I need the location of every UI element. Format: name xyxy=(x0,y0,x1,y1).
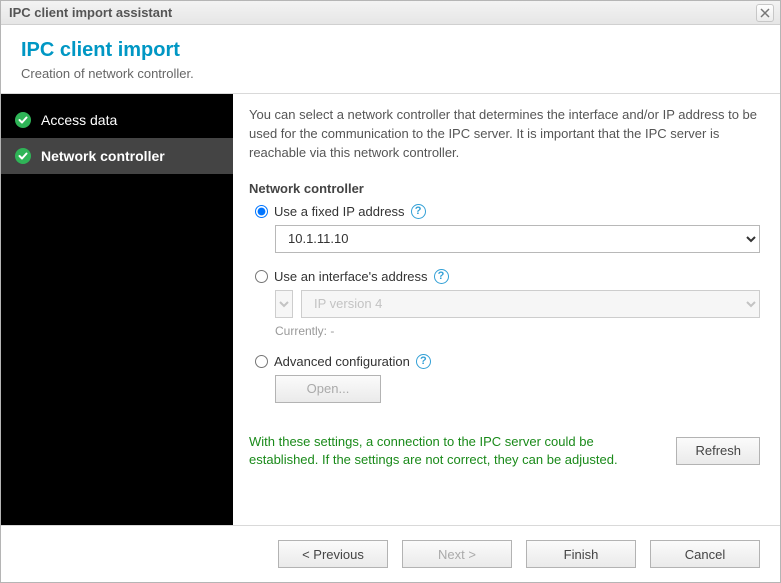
option-interface-row: Use an interface's address ? xyxy=(255,269,760,284)
titlebar: IPC client import assistant xyxy=(1,1,780,25)
status-row: With these settings, a connection to the… xyxy=(249,433,760,469)
close-button[interactable] xyxy=(756,4,774,22)
advanced-field-wrap: Open... xyxy=(275,375,760,403)
wizard-sidebar: Access data Network controller xyxy=(1,94,233,525)
header-subtitle: Creation of network controller. xyxy=(21,66,760,81)
finish-button[interactable]: Finish xyxy=(526,540,636,568)
dialog-body: Access data Network controller You can s… xyxy=(1,94,780,525)
section-title: Network controller xyxy=(249,181,760,196)
refresh-button[interactable]: Refresh xyxy=(676,437,760,465)
radio-interface-label: Use an interface's address xyxy=(274,269,428,284)
radio-advanced-label: Advanced configuration xyxy=(274,354,410,369)
currently-label: Currently: - xyxy=(275,324,760,338)
sidebar-item-network-controller[interactable]: Network controller xyxy=(1,138,233,174)
dialog-footer: < Previous Next > Finish Cancel xyxy=(1,525,780,582)
radio-fixed-ip[interactable] xyxy=(255,205,268,218)
radio-interface[interactable] xyxy=(255,270,268,283)
close-icon xyxy=(760,8,770,18)
check-icon xyxy=(15,112,31,128)
previous-button[interactable]: < Previous xyxy=(278,540,388,568)
help-icon[interactable]: ? xyxy=(411,204,426,219)
open-advanced-button[interactable]: Open... xyxy=(275,375,381,403)
intro-text: You can select a network controller that… xyxy=(249,106,760,163)
next-button[interactable]: Next > xyxy=(402,540,512,568)
status-message: With these settings, a connection to the… xyxy=(249,433,656,469)
header-title: IPC client import xyxy=(21,39,760,62)
interface-select[interactable] xyxy=(275,290,293,318)
window-title: IPC client import assistant xyxy=(9,5,172,20)
help-icon[interactable]: ? xyxy=(434,269,449,284)
sidebar-item-access-data[interactable]: Access data xyxy=(1,102,233,138)
option-fixed-row: Use a fixed IP address ? xyxy=(255,204,760,219)
check-icon xyxy=(15,148,31,164)
ip-version-select[interactable]: IP version 4 xyxy=(301,290,760,318)
fixed-ip-field-wrap: 10.1.11.10 xyxy=(275,225,760,253)
wizard-content: You can select a network controller that… xyxy=(233,94,780,525)
option-advanced-row: Advanced configuration ? xyxy=(255,354,760,369)
dialog-header: IPC client import Creation of network co… xyxy=(1,25,780,94)
interface-field-wrap: IP version 4 Currently: - xyxy=(275,290,760,338)
radio-fixed-ip-label: Use a fixed IP address xyxy=(274,204,405,219)
cancel-button[interactable]: Cancel xyxy=(650,540,760,568)
sidebar-item-label: Access data xyxy=(41,112,117,128)
fixed-ip-select[interactable]: 10.1.11.10 xyxy=(275,225,760,253)
radio-advanced[interactable] xyxy=(255,355,268,368)
help-icon[interactable]: ? xyxy=(416,354,431,369)
sidebar-item-label: Network controller xyxy=(41,148,165,164)
dialog-window: IPC client import assistant IPC client i… xyxy=(0,0,781,583)
